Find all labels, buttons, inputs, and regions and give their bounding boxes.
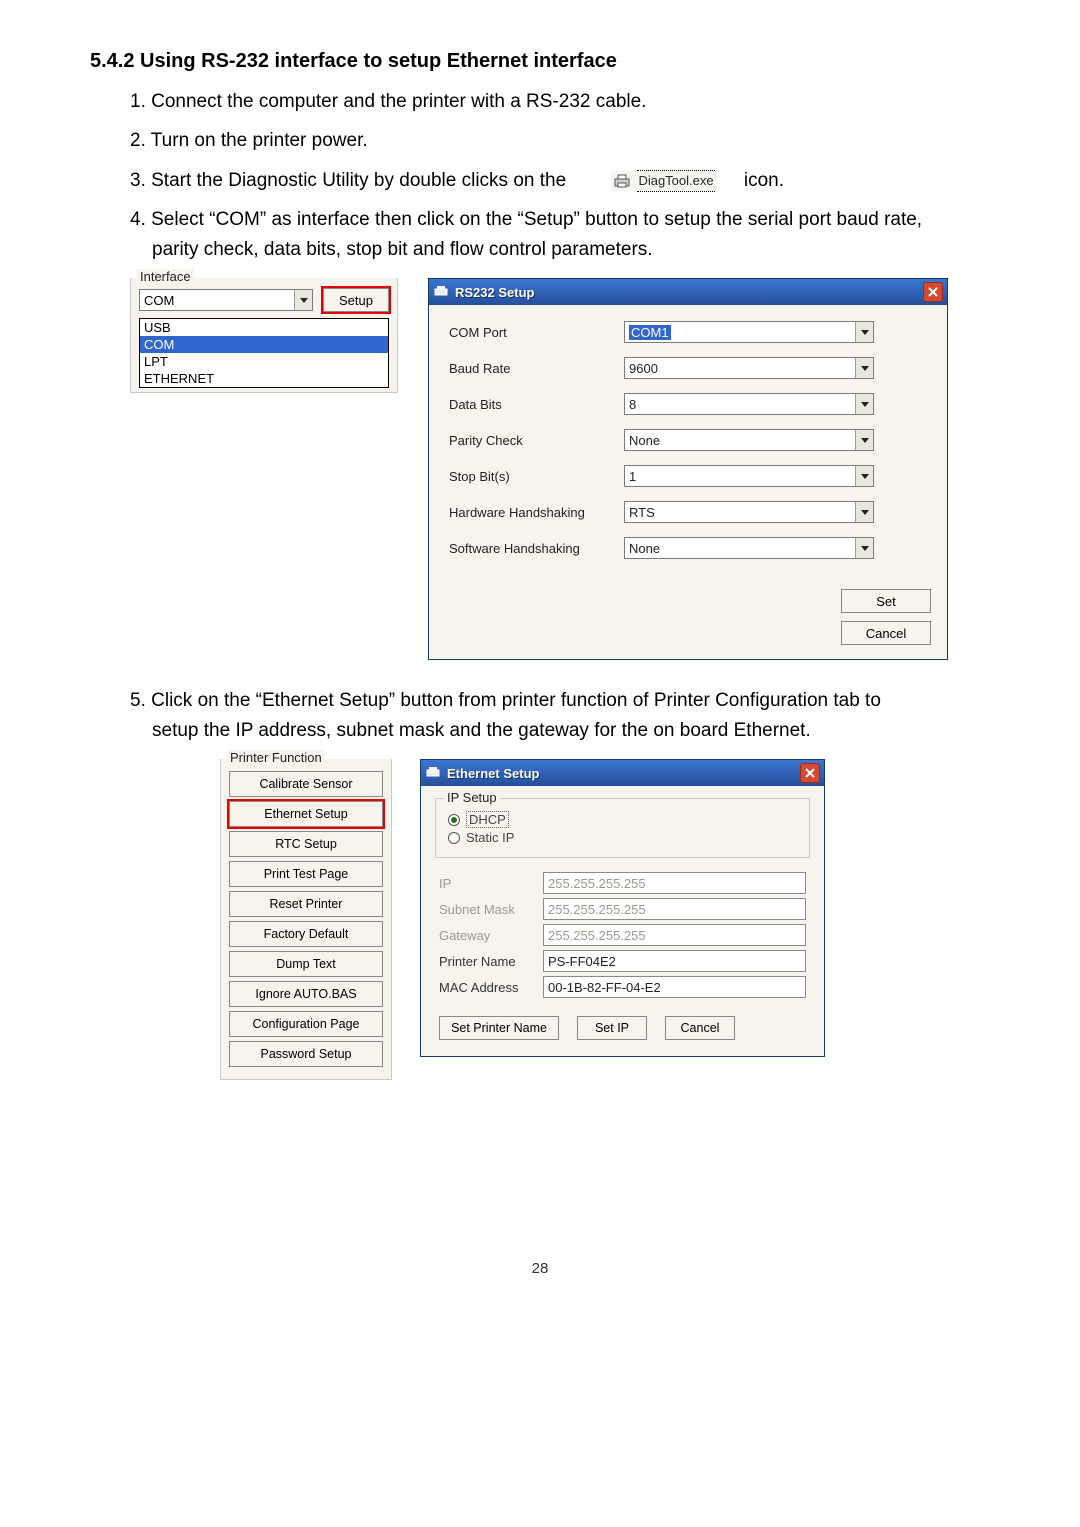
rtc-setup-button[interactable]: RTC Setup: [229, 831, 383, 857]
software-handshaking-label: Software Handshaking: [449, 541, 624, 556]
printer-name-field[interactable]: PS-FF04E2: [543, 950, 806, 972]
chevron-down-icon[interactable]: [855, 502, 873, 522]
static-ip-label: Static IP: [466, 830, 514, 845]
rs232-titlebar: RS232 Setup: [429, 279, 947, 305]
dhcp-radio[interactable]: [448, 814, 460, 826]
stop-bits-combo[interactable]: 1: [624, 465, 874, 487]
interface-groupbox: Interface COM Setup USB COM LPT ETHERNET: [130, 278, 398, 393]
com-port-label: COM Port: [449, 325, 624, 340]
section-title: 5.4.2 Using RS-232 interface to setup Et…: [90, 50, 990, 73]
chevron-down-icon[interactable]: [855, 358, 873, 378]
baud-rate-value: 9600: [629, 361, 658, 376]
ethernet-setup-button[interactable]: Ethernet Setup: [229, 801, 383, 827]
interface-option-com[interactable]: COM: [140, 336, 388, 353]
chevron-down-icon[interactable]: [294, 290, 312, 310]
parity-check-value: None: [629, 433, 660, 448]
parity-check-combo[interactable]: None: [624, 429, 874, 451]
step-3: 3. Start the Diagnostic Utility by doubl…: [130, 166, 990, 195]
printer-name-label: Printer Name: [439, 954, 543, 969]
step-2: 2. Turn on the printer power.: [130, 126, 990, 155]
interface-option-usb[interactable]: USB: [140, 319, 388, 336]
printer-function-label: Printer Function: [227, 750, 325, 765]
configuration-page-button[interactable]: Configuration Page: [229, 1011, 383, 1037]
password-setup-button[interactable]: Password Setup: [229, 1041, 383, 1067]
printer-icon: [433, 284, 449, 300]
close-icon[interactable]: [923, 282, 943, 302]
interface-combo[interactable]: COM: [139, 289, 313, 311]
rs232-cancel-button[interactable]: Cancel: [841, 621, 931, 645]
rs232-set-button[interactable]: Set: [841, 589, 931, 613]
ignore-autobas-button[interactable]: Ignore AUTO.BAS: [229, 981, 383, 1007]
step-3-text-a: 3. Start the Diagnostic Utility by doubl…: [130, 170, 566, 191]
software-handshaking-combo[interactable]: None: [624, 537, 874, 559]
ip-setup-label: IP Setup: [444, 790, 500, 805]
hardware-handshaking-combo[interactable]: RTS: [624, 501, 874, 523]
chevron-down-icon[interactable]: [855, 430, 873, 450]
rs232-title: RS232 Setup: [455, 285, 534, 300]
set-printer-name-button[interactable]: Set Printer Name: [439, 1016, 559, 1040]
mac-address-field[interactable]: 00-1B-82-FF-04-E2: [543, 976, 806, 998]
baud-rate-label: Baud Rate: [449, 361, 624, 376]
factory-default-button[interactable]: Factory Default: [229, 921, 383, 947]
stop-bits-value: 1: [629, 469, 636, 484]
mac-address-label: MAC Address: [439, 980, 543, 995]
data-bits-value: 8: [629, 397, 636, 412]
subnet-mask-field[interactable]: 255.255.255.255: [543, 898, 806, 920]
interface-combo-value: COM: [144, 293, 174, 308]
diagtool-icon: DiagTool.exe: [611, 171, 716, 191]
stop-bits-label: Stop Bit(s): [449, 469, 624, 484]
software-handshaking-value: None: [629, 541, 660, 556]
step-3-text-b: icon.: [744, 170, 784, 191]
data-bits-combo[interactable]: 8: [624, 393, 874, 415]
ethernet-title: Ethernet Setup: [447, 766, 539, 781]
ip-setup-groupbox: IP Setup DHCP Static IP: [435, 798, 810, 858]
chevron-down-icon[interactable]: [855, 466, 873, 486]
interface-dropdown-list: USB COM LPT ETHERNET: [139, 318, 389, 388]
ethernet-dialog: Ethernet Setup IP Setup DHCP Static IP: [420, 759, 825, 1057]
hardware-handshaking-value: RTS: [629, 505, 655, 520]
diagtool-label: DiagTool.exe: [637, 170, 714, 192]
ethernet-titlebar: Ethernet Setup: [421, 760, 824, 786]
ip-field[interactable]: 255.255.255.255: [543, 872, 806, 894]
reset-printer-button[interactable]: Reset Printer: [229, 891, 383, 917]
print-test-page-button[interactable]: Print Test Page: [229, 861, 383, 887]
setup-button[interactable]: Setup: [323, 288, 389, 312]
step-5-text-a: 5. Click on the “Ethernet Setup” button …: [130, 690, 881, 711]
step-5-text-b: setup the IP address, subnet mask and th…: [130, 716, 990, 745]
chevron-down-icon[interactable]: [855, 538, 873, 558]
data-bits-label: Data Bits: [449, 397, 624, 412]
baud-rate-combo[interactable]: 9600: [624, 357, 874, 379]
step-4: 4. Select “COM” as interface then click …: [130, 205, 990, 264]
step-4-text-b: parity check, data bits, stop bit and fl…: [130, 235, 990, 264]
static-ip-radio[interactable]: [448, 832, 460, 844]
step-4-text-a: 4. Select “COM” as interface then click …: [130, 209, 922, 230]
hardware-handshaking-label: Hardware Handshaking: [449, 505, 624, 520]
step-5: 5. Click on the “Ethernet Setup” button …: [130, 686, 990, 745]
rs232-dialog: RS232 Setup COM Port COM1 Baud Rate 9600: [428, 278, 948, 660]
ip-label: IP: [439, 876, 543, 891]
dhcp-label: DHCP: [466, 811, 509, 828]
chevron-down-icon[interactable]: [855, 394, 873, 414]
gateway-field[interactable]: 255.255.255.255: [543, 924, 806, 946]
subnet-mask-label: Subnet Mask: [439, 902, 543, 917]
interface-group-label: Interface: [137, 269, 194, 284]
set-ip-button[interactable]: Set IP: [577, 1016, 647, 1040]
printer-icon: [425, 765, 441, 781]
dump-text-button[interactable]: Dump Text: [229, 951, 383, 977]
close-icon[interactable]: [800, 763, 820, 783]
printer-function-groupbox: Printer Function Calibrate Sensor Ethern…: [220, 759, 392, 1080]
chevron-down-icon[interactable]: [855, 322, 873, 342]
gateway-label: Gateway: [439, 928, 543, 943]
ethernet-cancel-button[interactable]: Cancel: [665, 1016, 735, 1040]
page-number: 28: [90, 1260, 990, 1277]
calibrate-sensor-button[interactable]: Calibrate Sensor: [229, 771, 383, 797]
printer-icon: [613, 173, 631, 189]
com-port-combo[interactable]: COM1: [624, 321, 874, 343]
interface-option-lpt[interactable]: LPT: [140, 353, 388, 370]
interface-option-ethernet[interactable]: ETHERNET: [140, 370, 388, 387]
step-1: 1. Connect the computer and the printer …: [130, 87, 990, 116]
com-port-value: COM1: [629, 325, 671, 340]
parity-check-label: Parity Check: [449, 433, 624, 448]
